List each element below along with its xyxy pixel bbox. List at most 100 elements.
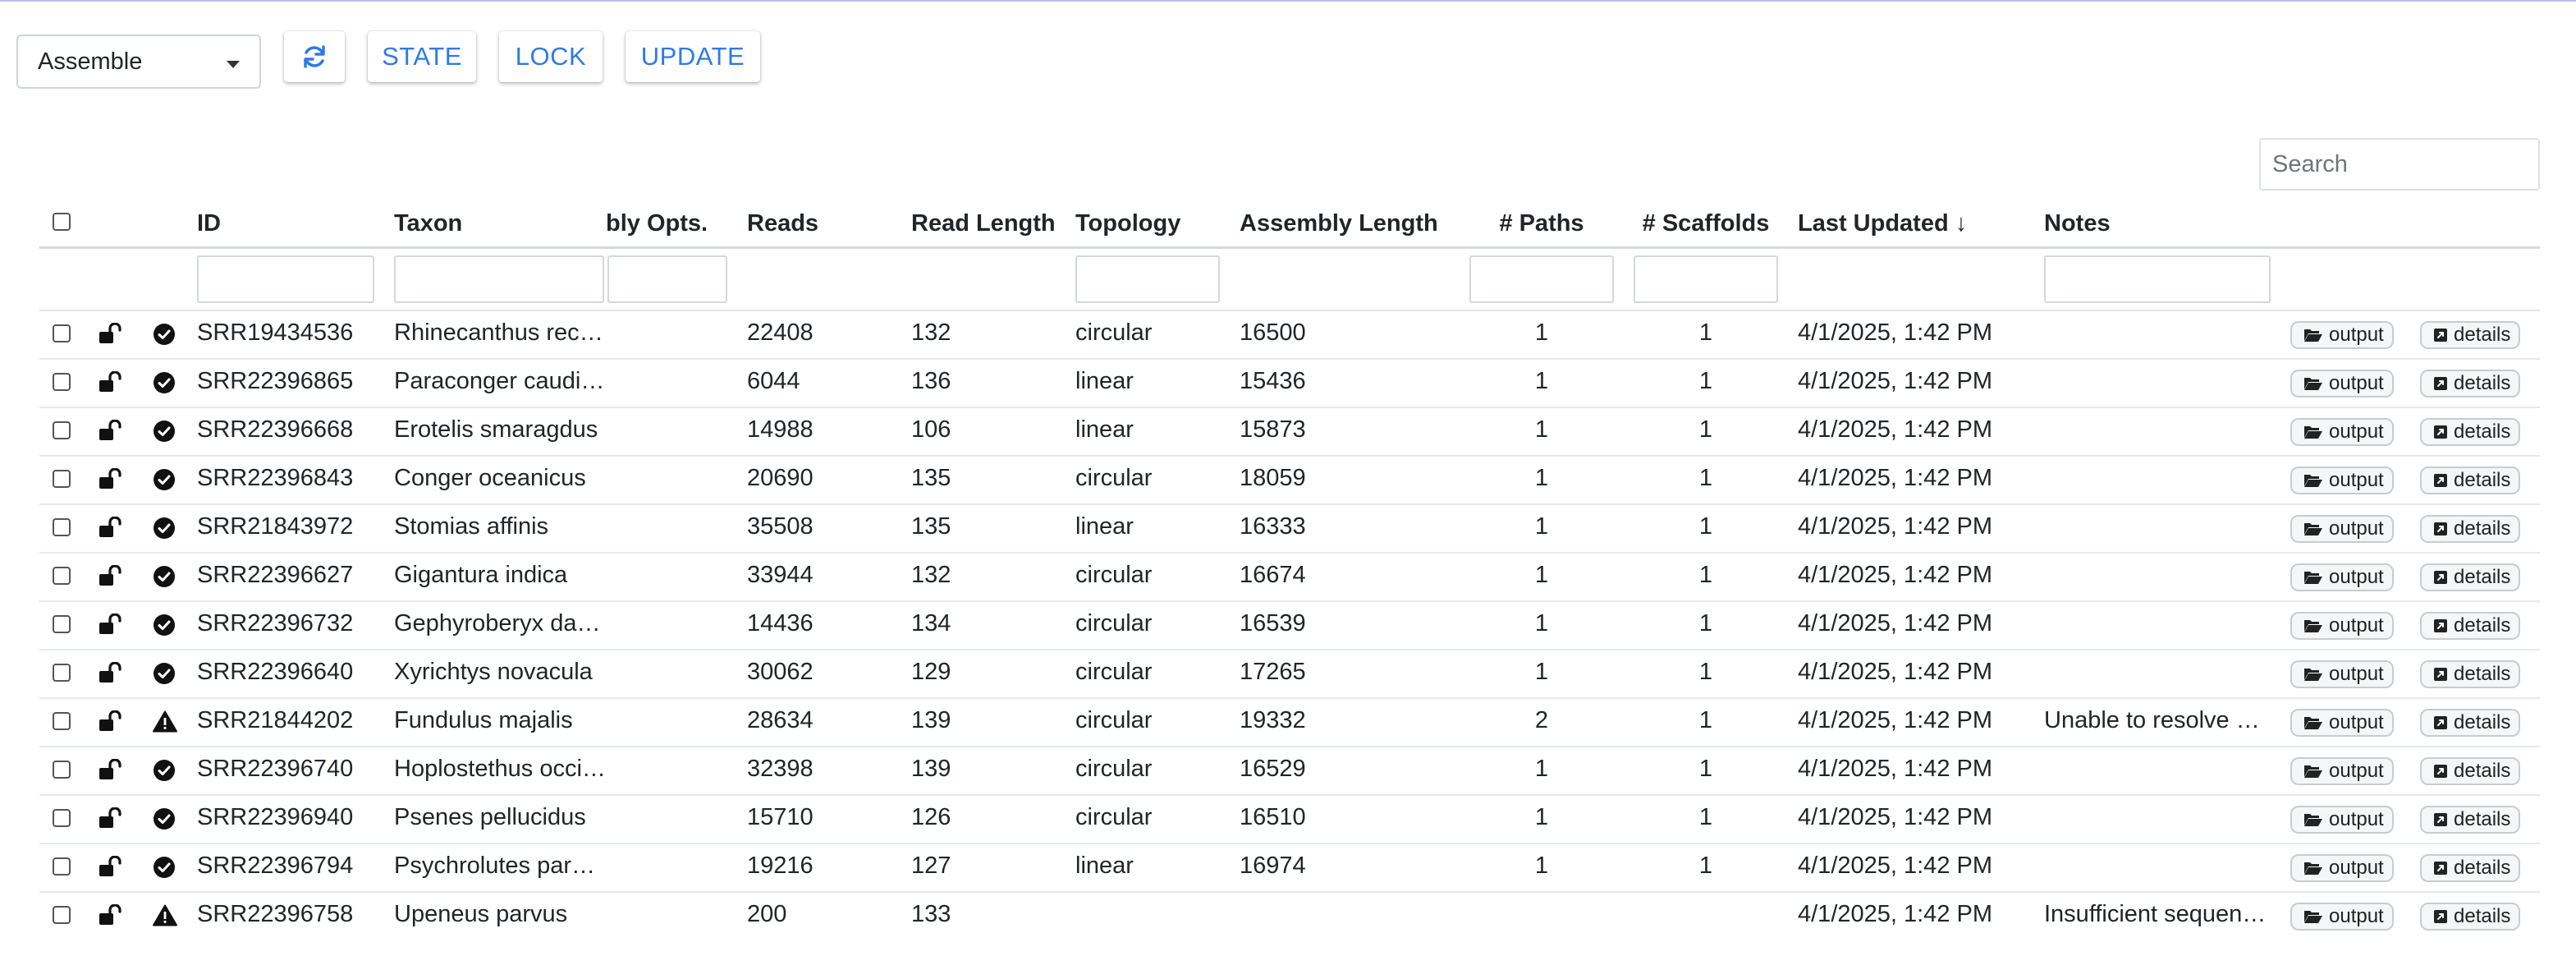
filter-input-assembly-opts[interactable] <box>607 255 727 303</box>
unlock-icon[interactable] <box>99 419 121 445</box>
external-link-icon <box>2433 522 2454 536</box>
details-button[interactable]: details <box>2420 563 2521 591</box>
output-button[interactable]: output <box>2290 515 2394 543</box>
unlock-icon[interactable] <box>99 467 121 494</box>
details-button-label: details <box>2454 711 2511 733</box>
unlock-icon[interactable] <box>99 807 121 833</box>
unlock-icon[interactable] <box>99 855 121 881</box>
output-button[interactable]: output <box>2290 806 2394 834</box>
filter-input-notes[interactable] <box>2044 255 2271 303</box>
unlock-icon[interactable] <box>99 516 121 542</box>
row-checkbox[interactable] <box>53 857 71 876</box>
lock-button[interactable]: LOCK <box>499 31 603 82</box>
cell-id: SRR22396758 <box>197 901 354 927</box>
unlock-icon[interactable] <box>99 613 121 639</box>
row-checkbox[interactable] <box>53 518 71 536</box>
column-header-last-updated[interactable]: Last Updated ↓ <box>1798 210 1967 237</box>
folder-open-icon <box>2303 425 2329 439</box>
cell-last-updated: 4/1/2025, 1:42 PM <box>1798 319 1992 346</box>
unlock-icon[interactable] <box>99 370 121 397</box>
row-checkbox[interactable] <box>53 906 71 924</box>
output-button-label: output <box>2329 421 2384 443</box>
column-header-read-length[interactable]: Read Length <box>911 210 1056 237</box>
cell-id: SRR22396668 <box>197 416 354 443</box>
output-button-label: output <box>2329 614 2384 637</box>
select-all-checkbox[interactable] <box>53 213 71 231</box>
output-button[interactable]: output <box>2290 709 2394 737</box>
details-button[interactable]: details <box>2420 806 2521 834</box>
row-checkbox[interactable] <box>53 809 71 827</box>
row-checkbox[interactable] <box>53 567 71 585</box>
unlock-icon[interactable] <box>99 661 121 687</box>
output-button[interactable]: output <box>2290 467 2394 494</box>
output-button[interactable]: output <box>2290 563 2394 591</box>
unlock-icon[interactable] <box>99 564 121 591</box>
search-input[interactable] <box>2259 138 2540 191</box>
details-button[interactable]: details <box>2420 467 2521 494</box>
row-checkbox[interactable] <box>53 324 71 342</box>
refresh-button[interactable] <box>284 31 345 82</box>
details-button-label: details <box>2454 905 2511 927</box>
filter-input-id[interactable] <box>197 255 374 303</box>
output-button[interactable]: output <box>2290 321 2394 349</box>
column-header-id[interactable]: ID <box>197 210 221 237</box>
details-button[interactable]: details <box>2420 903 2521 931</box>
cell-topology: linear <box>1075 513 1134 540</box>
details-button[interactable]: details <box>2420 854 2521 882</box>
filter-input-topology[interactable] <box>1075 255 1220 303</box>
row-checkbox[interactable] <box>53 761 71 779</box>
row-checkbox[interactable] <box>53 470 71 488</box>
check-circle-icon <box>153 807 176 834</box>
output-button[interactable]: output <box>2290 757 2394 785</box>
mode-select[interactable]: Assemble <box>16 34 261 89</box>
unlock-icon[interactable] <box>99 322 121 348</box>
details-button[interactable]: details <box>2420 757 2521 785</box>
unlock-icon[interactable] <box>99 903 121 930</box>
row-checkbox[interactable] <box>53 712 71 730</box>
details-button[interactable]: details <box>2420 321 2521 349</box>
details-button[interactable]: details <box>2420 418 2521 446</box>
output-button[interactable]: output <box>2290 854 2394 882</box>
cell-last-updated: 4/1/2025, 1:42 PM <box>1798 707 1992 733</box>
check-circle-icon <box>153 759 176 786</box>
details-button[interactable]: details <box>2420 370 2521 398</box>
filter-input-scaffolds[interactable] <box>1634 255 1778 303</box>
cell-topology: circular <box>1075 610 1153 637</box>
details-button[interactable]: details <box>2420 709 2521 737</box>
row-checkbox[interactable] <box>53 373 71 391</box>
filter-input-taxon[interactable] <box>394 255 604 303</box>
column-header-reads[interactable]: Reads <box>747 210 818 237</box>
unlock-icon[interactable] <box>99 710 121 736</box>
output-button[interactable]: output <box>2290 660 2394 688</box>
row-checkbox[interactable] <box>53 664 71 682</box>
details-button-label: details <box>2454 469 2511 491</box>
cell-scaffolds: 1 <box>1698 610 1713 637</box>
output-button[interactable]: output <box>2290 612 2394 640</box>
update-button[interactable]: UPDATE <box>626 31 760 82</box>
state-button[interactable]: STATE <box>368 31 476 82</box>
column-header-taxon[interactable]: Taxon <box>394 210 462 237</box>
details-button[interactable]: details <box>2420 660 2521 688</box>
details-button[interactable]: details <box>2420 612 2521 640</box>
column-header-assembly-length[interactable]: Assembly Length <box>1240 210 1438 237</box>
check-circle-icon <box>153 517 176 544</box>
filter-input-paths[interactable] <box>1469 255 1614 303</box>
row-checkbox[interactable] <box>53 421 71 439</box>
cell-scaffolds: 1 <box>1698 319 1713 346</box>
output-button[interactable]: output <box>2290 370 2394 398</box>
output-button[interactable]: output <box>2290 903 2394 931</box>
column-header-paths[interactable]: # Paths <box>1469 210 1614 237</box>
cell-scaffolds: 1 <box>1698 756 1713 782</box>
output-button[interactable]: output <box>2290 418 2394 446</box>
details-button[interactable]: details <box>2420 515 2521 543</box>
cell-reads: 200 <box>747 901 787 927</box>
cell-reads: 15710 <box>747 804 814 830</box>
unlock-icon[interactable] <box>99 758 121 784</box>
details-button-label: details <box>2454 517 2511 540</box>
column-header-assembly-opts[interactable]: bly Opts. <box>606 210 747 237</box>
cell-id: SRR22396740 <box>197 756 354 782</box>
column-header-scaffolds[interactable]: # Scaffolds <box>1634 210 1778 237</box>
column-header-topology[interactable]: Topology <box>1075 210 1180 237</box>
column-header-notes[interactable]: Notes <box>2044 210 2111 237</box>
row-checkbox[interactable] <box>53 615 71 633</box>
